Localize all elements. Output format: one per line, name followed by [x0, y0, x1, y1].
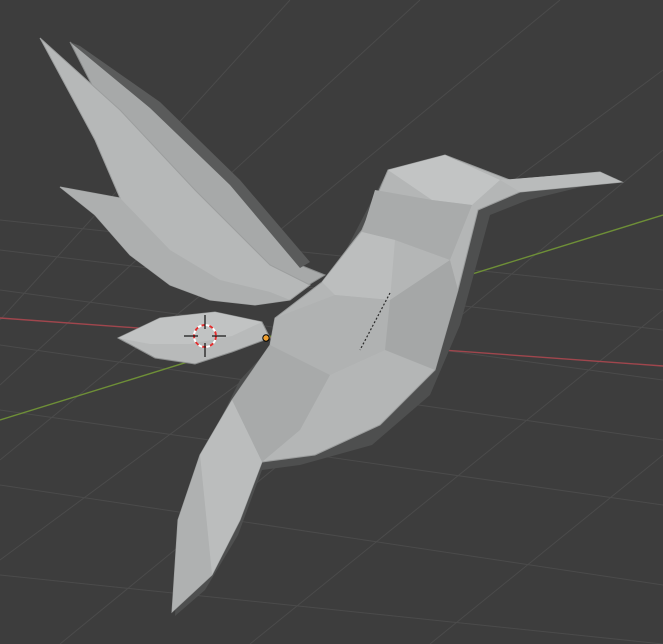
- object-origin-icon[interactable]: [262, 334, 270, 342]
- 3d-viewport[interactable]: [0, 0, 663, 644]
